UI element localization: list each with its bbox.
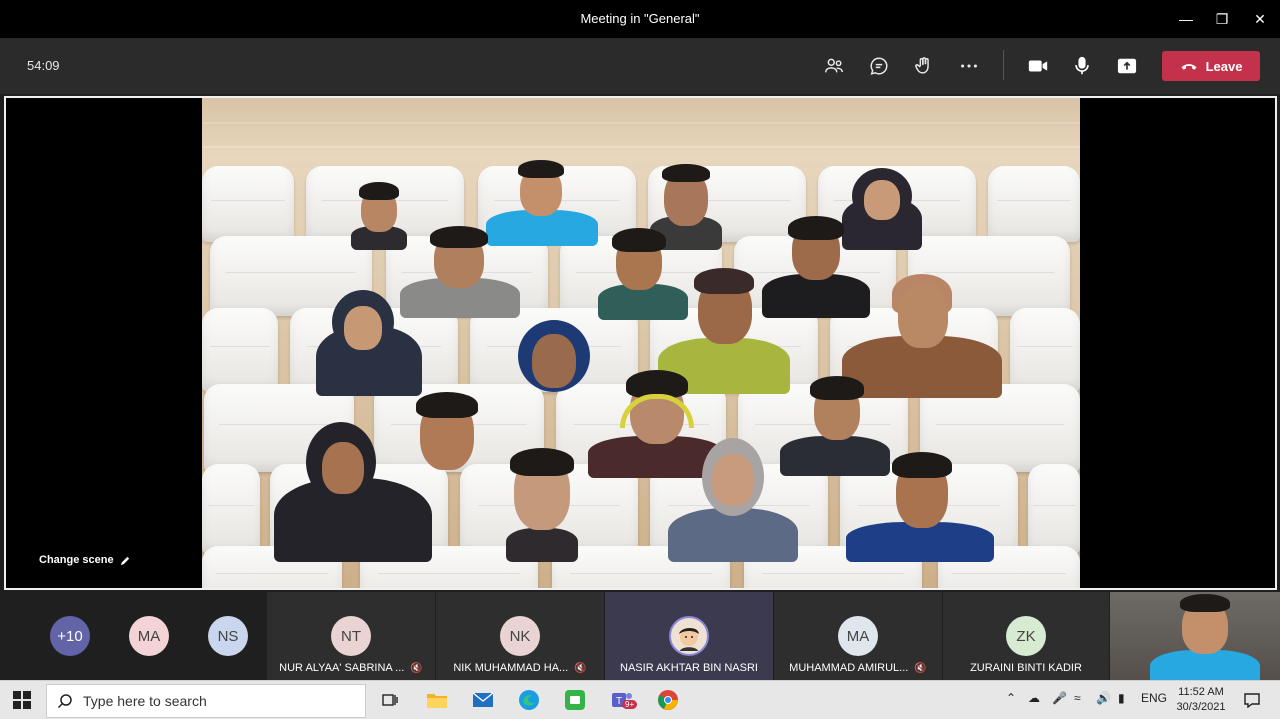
more-options-icon[interactable]	[954, 52, 984, 80]
participant-name: NASIR AKHTAR BIN NASRI	[620, 662, 758, 674]
self-video-preview[interactable]	[1110, 592, 1280, 680]
participant-name-row: MUHAMMAD AMIRUL... 🔇	[774, 662, 942, 674]
cartoon-avatar-icon	[679, 627, 699, 651]
toolbar-divider	[1003, 50, 1004, 80]
mail-icon[interactable]	[469, 686, 497, 714]
hang-up-icon	[1181, 64, 1197, 70]
participant-name-row: NUR ALYAA' SABRINA ... 🔇	[267, 662, 435, 674]
raise-hand-icon[interactable]	[909, 52, 939, 80]
participant-roster: +10 MA NS NT NUR ALYAA' SABRINA ... 🔇 NK …	[0, 592, 1280, 680]
taskbar-clock[interactable]: 11:52 AM 30/3/2021	[1172, 685, 1230, 715]
meeting-timer: 54:09	[27, 58, 60, 73]
microphone-tray-icon[interactable]: 🎤	[1052, 691, 1067, 705]
teams-notification-badge: 9+	[622, 700, 638, 709]
edge-browser-icon[interactable]	[515, 686, 543, 714]
participant-tile[interactable]: NK NIK MUHAMMAD HA... 🔇	[436, 592, 604, 680]
seat	[988, 166, 1080, 242]
participant-avatar: MA	[838, 616, 878, 656]
mic-muted-icon: 🔇	[410, 663, 423, 674]
leave-label: Leave	[1205, 58, 1243, 74]
change-scene-label: Change scene	[39, 554, 114, 566]
notifications-icon[interactable]	[1238, 686, 1266, 714]
maximize-icon[interactable]: ❐	[1204, 0, 1240, 38]
meeting-stage: Change scene	[4, 96, 1277, 590]
participant-tile[interactable]: NASIR AKHTAR BIN NASRI	[605, 592, 773, 680]
file-explorer-icon[interactable]	[423, 686, 451, 714]
self-body	[1150, 650, 1260, 680]
self-hair	[1180, 594, 1230, 612]
seat	[202, 308, 278, 392]
participant-name: NUR ALYAA' SABRINA ...	[279, 662, 405, 674]
taskbar-search-box[interactable]: Type here to search	[46, 684, 366, 718]
clock-date: 30/3/2021	[1176, 701, 1226, 713]
seat	[1028, 464, 1080, 554]
chat-icon[interactable]	[864, 52, 894, 80]
participant-tile[interactable]: ZK ZURAINI BINTI KADIR	[943, 592, 1109, 680]
participant-name-row: NIK MUHAMMAD HA... 🔇	[436, 662, 604, 674]
participant-name: ZURAINI BINTI KADIR	[970, 662, 1082, 674]
wall-panel-line	[202, 146, 1080, 148]
close-icon[interactable]: ✕	[1242, 0, 1278, 38]
seat	[202, 166, 294, 242]
window-titlebar: Meeting in "General" — ❐ ✕	[0, 0, 1280, 38]
chrome-icon[interactable]	[654, 686, 682, 714]
minimize-icon[interactable]: —	[1168, 0, 1204, 38]
participant-avatar[interactable]: MA	[129, 616, 169, 656]
show-hidden-icons-icon[interactable]: ⌃	[1006, 691, 1016, 705]
mic-muted-icon: 🔇	[914, 663, 927, 674]
volume-icon[interactable]: 🔊	[1096, 691, 1111, 705]
participant-avatar: NT	[331, 616, 371, 656]
camera-icon[interactable]	[1023, 52, 1053, 80]
participant-photo-avatar	[669, 616, 709, 656]
clock-time: 11:52 AM	[1178, 686, 1224, 698]
participant-avatar: NK	[500, 616, 540, 656]
participant-tile[interactable]: MA MUHAMMAD AMIRUL... 🔇	[774, 592, 942, 680]
window-title: Meeting in "General"	[580, 11, 700, 26]
language-indicator[interactable]: ENG	[1141, 691, 1167, 705]
participant-tile[interactable]: NT NUR ALYAA' SABRINA ... 🔇	[267, 592, 435, 680]
leave-button[interactable]: Leave	[1162, 51, 1260, 81]
participant-avatar[interactable]: NS	[208, 616, 248, 656]
microphone-icon[interactable]	[1067, 52, 1097, 80]
battery-icon[interactable]: ▮	[1118, 691, 1125, 705]
teams-icon[interactable]: T 9+	[608, 686, 638, 714]
onedrive-icon[interactable]: ☁	[1028, 691, 1040, 705]
seat	[202, 464, 260, 554]
green-app-icon[interactable]	[561, 686, 589, 714]
task-view-icon[interactable]	[376, 686, 404, 714]
more-participants-button[interactable]: +10	[50, 616, 90, 656]
participants-icon[interactable]	[819, 52, 849, 80]
windows-start-icon[interactable]	[8, 686, 36, 714]
pencil-icon	[120, 556, 129, 565]
together-mode-scene	[202, 98, 1080, 588]
search-icon	[57, 694, 72, 709]
seat	[1010, 308, 1080, 392]
mic-muted-icon: 🔇	[574, 663, 587, 674]
wall-panel-line	[202, 122, 1080, 124]
change-scene-button[interactable]: Change scene	[39, 554, 131, 566]
participant-name: MUHAMMAD AMIRUL...	[789, 662, 909, 674]
participant-avatar: ZK	[1006, 616, 1046, 656]
share-screen-icon[interactable]	[1112, 52, 1142, 80]
windows-taskbar: Type here to search T 9+ ⌃ ☁ 🎤 ≈ 🔊 ▮ ENG…	[0, 680, 1280, 719]
participant-name: NIK MUHAMMAD HA...	[453, 662, 569, 674]
wifi-icon[interactable]: ≈	[1074, 691, 1081, 705]
search-placeholder: Type here to search	[83, 693, 207, 709]
meeting-toolbar: 54:09 Leave	[0, 38, 1280, 94]
